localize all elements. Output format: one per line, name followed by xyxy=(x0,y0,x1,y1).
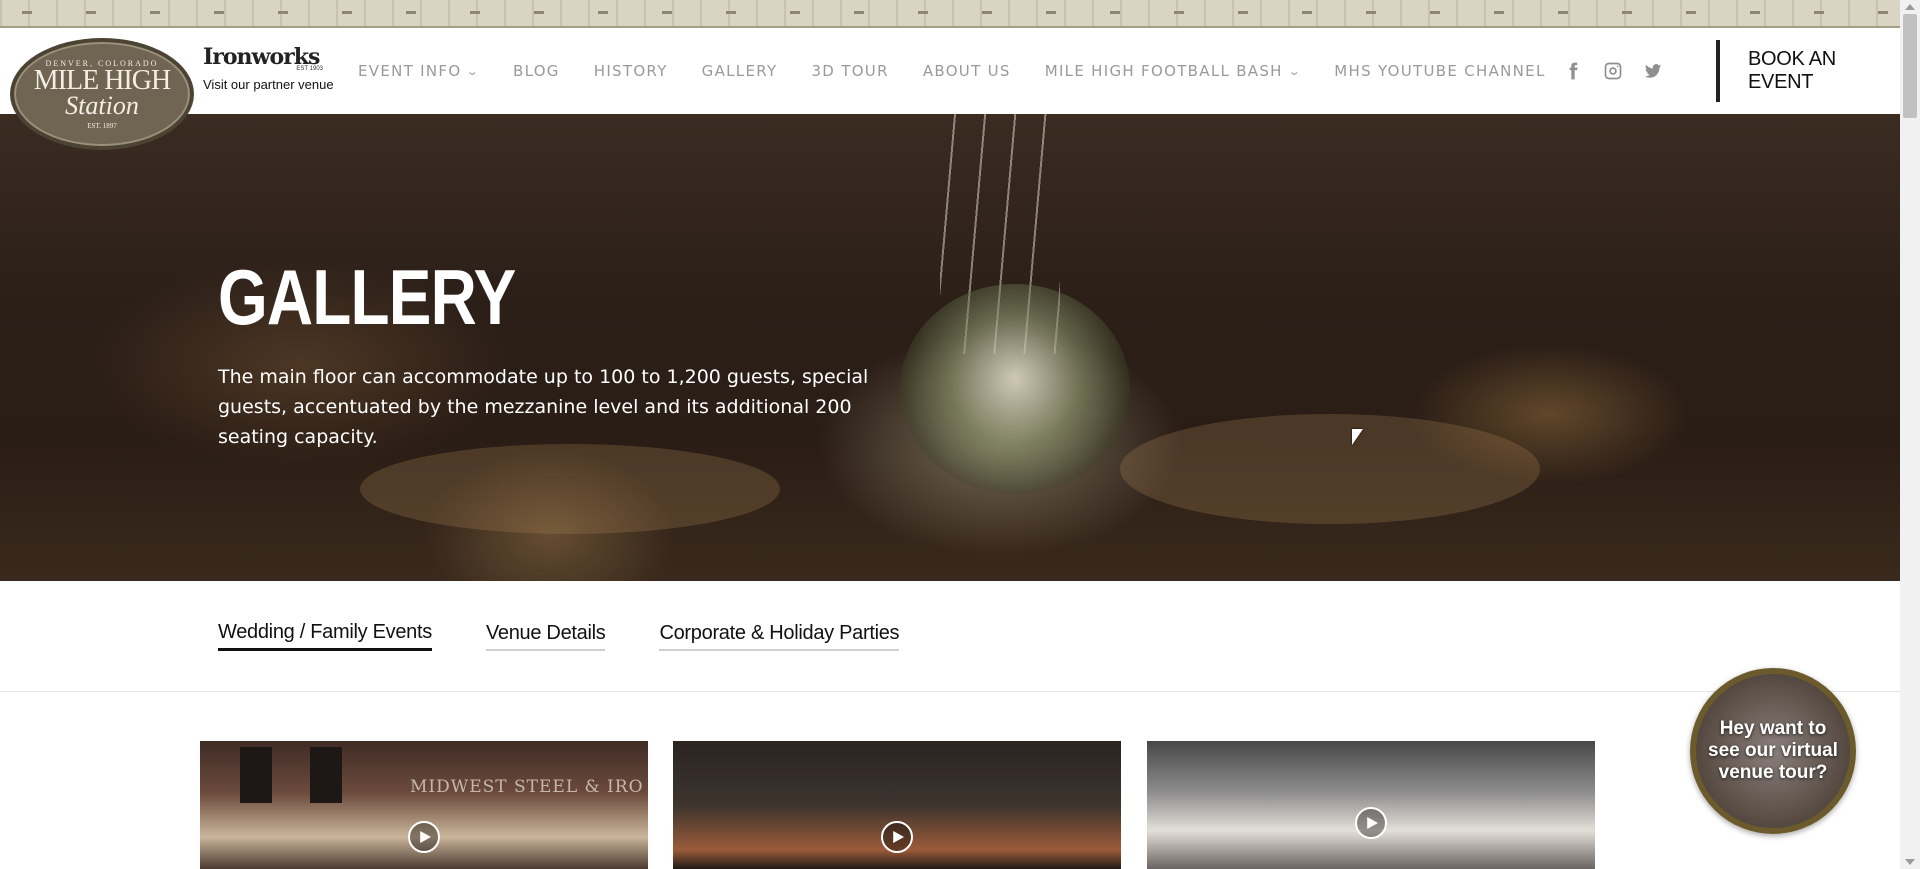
gallery-video-3[interactable] xyxy=(1147,741,1595,869)
hero-description: The main floor can accommodate up to 100… xyxy=(218,366,869,448)
decorative-top-strip xyxy=(0,0,1900,28)
main-nav: EVENT INFO ⌄ BLOG HISTORY GALLERY 3D TOU… xyxy=(358,28,1580,114)
nav-youtube-channel[interactable]: MHS YOUTUBE CHANNEL xyxy=(1334,62,1545,80)
instagram-icon[interactable] xyxy=(1602,60,1624,82)
nav-event-info[interactable]: EVENT INFO ⌄ xyxy=(358,62,479,80)
tab-corporate-holiday-parties[interactable]: Corporate & Holiday Parties xyxy=(659,622,900,651)
nav-3d-tour[interactable]: 3D TOUR xyxy=(811,62,888,80)
nav-label: HISTORY xyxy=(593,62,668,80)
chevron-down-icon: ⌄ xyxy=(1287,64,1303,78)
twitter-icon[interactable] xyxy=(1642,60,1664,82)
nav-label: EVENT INFO xyxy=(358,62,462,80)
chevron-down-icon: ⌄ xyxy=(466,64,482,78)
page-scrollbar[interactable] xyxy=(1900,0,1920,869)
partner-note: Visit our partner venue xyxy=(203,77,334,92)
gallery-video-2[interactable] xyxy=(673,741,1121,869)
page-title: GALLERY xyxy=(218,253,516,341)
hero-table-glow xyxy=(1120,414,1540,524)
nav-blog[interactable]: BLOG xyxy=(513,62,560,80)
scroll-thumb[interactable] xyxy=(1903,14,1917,118)
hero-banner: GALLERY The main floor can accommodate u… xyxy=(0,114,1900,581)
building-sign: MIDWEST STEEL & IRO xyxy=(410,777,644,797)
nav-about-us[interactable]: ABOUT US xyxy=(923,62,1011,80)
social-links xyxy=(1562,28,1682,114)
logo-est: EST. 1897 xyxy=(87,121,117,130)
hero-centerpiece xyxy=(900,284,1130,494)
scroll-down-icon[interactable] xyxy=(1905,859,1915,865)
nav-label: ABOUT US xyxy=(922,62,1011,80)
nav-label: BLOG xyxy=(512,62,560,80)
virtual-tour-bubble[interactable]: Hey want to see our virtual venue tour? xyxy=(1690,668,1856,834)
facebook-icon[interactable] xyxy=(1562,60,1584,82)
hero-table-glow xyxy=(360,444,780,534)
nav-label: MHS YOUTUBE CHANNEL xyxy=(1334,62,1546,80)
logo-line2: Station xyxy=(65,90,139,120)
logo-line1: MILE HIGH xyxy=(33,64,171,96)
gallery-tabs: Wedding / Family Events Venue Details Co… xyxy=(0,581,1900,692)
nav-label: 3D TOUR xyxy=(811,62,889,80)
tour-bubble-text: Hey want to see our virtual venue tour? xyxy=(1708,718,1838,783)
site-header: DENVER, COLORADO MILE HIGH Station EST. … xyxy=(0,28,1900,150)
gallery-video-1[interactable]: MIDWEST STEEL & IRO xyxy=(200,741,648,869)
tab-wedding-family-events[interactable]: Wedding / Family Events xyxy=(218,621,432,651)
building-window xyxy=(240,747,272,803)
nav-history[interactable]: HISTORY xyxy=(594,62,668,80)
site-logo[interactable]: DENVER, COLORADO MILE HIGH Station EST. … xyxy=(10,38,194,150)
play-icon[interactable] xyxy=(881,821,913,853)
play-icon[interactable] xyxy=(408,821,440,853)
partner-venue-link[interactable]: Ironworks EST 1903 Visit our partner ven… xyxy=(203,44,343,92)
nav-gallery[interactable]: GALLERY xyxy=(702,62,778,80)
tab-venue-details[interactable]: Venue Details xyxy=(485,622,606,651)
nav-label: MILE HIGH FOOTBALL BASH xyxy=(1044,62,1283,80)
book-event-button[interactable]: BOOK AN EVENT xyxy=(1716,40,1900,102)
scroll-up-icon[interactable] xyxy=(1905,4,1915,10)
building-window xyxy=(310,747,342,803)
nav-label: GALLERY xyxy=(701,62,778,80)
play-icon[interactable] xyxy=(1355,807,1387,839)
mouse-cursor-icon xyxy=(1352,429,1363,445)
nav-football-bash[interactable]: MILE HIGH FOOTBALL BASH ⌄ xyxy=(1045,62,1301,80)
